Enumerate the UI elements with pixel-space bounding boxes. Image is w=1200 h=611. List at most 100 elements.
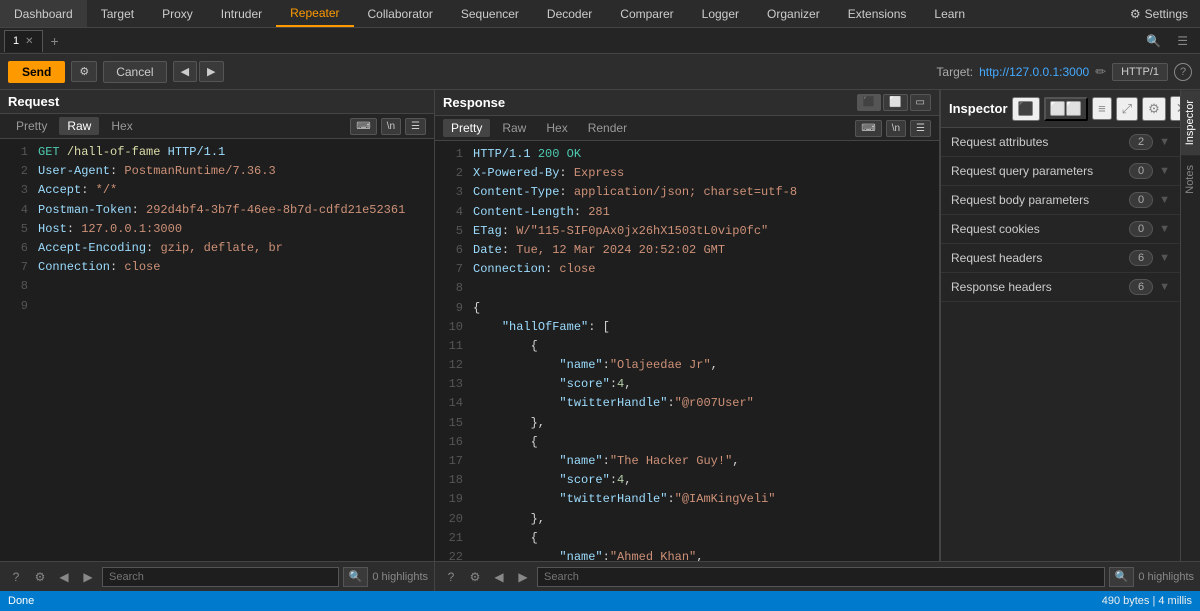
tab-close-icon[interactable]: ✕ (25, 36, 33, 47)
request-highlights-count: 0 highlights (372, 571, 428, 583)
response-code-area[interactable]: 1 HTTP/1.1 200 OK 2 X-Powered-By: Expres… (435, 141, 939, 561)
request-ln-btn[interactable]: \n (381, 118, 401, 135)
resp-line-7: 7 Connection: close (443, 260, 931, 279)
response-tab-render[interactable]: Render (580, 119, 635, 137)
settings-button[interactable]: ⚙ Settings (1118, 0, 1200, 27)
request-tab-pretty[interactable]: Pretty (8, 117, 55, 135)
inspector-settings-btn[interactable]: ⚙ (1142, 97, 1166, 121)
inspector-cookies-count: 0 (1129, 221, 1153, 237)
response-ln-btn[interactable]: \n (886, 120, 906, 137)
resp-line-11: 11 { (443, 337, 931, 356)
response-prev-icon[interactable]: ◀ (489, 567, 509, 587)
inspector-row-response-headers[interactable]: Response headers 6 ▼ (941, 273, 1180, 302)
nav-target[interactable]: Target (87, 0, 148, 27)
inspector-response-headers-count: 6 (1129, 279, 1153, 295)
request-panel-icons: ⌨ \n ☰ (350, 118, 426, 135)
nav-comparer[interactable]: Comparer (606, 0, 687, 27)
response-next-icon[interactable]: ▶ (513, 567, 533, 587)
nav-logger[interactable]: Logger (688, 0, 753, 27)
side-tab-notes[interactable]: Notes (1181, 155, 1200, 204)
inspector-view-2-btn[interactable]: ⬜⬜ (1044, 97, 1088, 121)
response-more-btn[interactable]: ☰ (910, 120, 931, 137)
response-view-code-btn[interactable]: ⬛ (857, 94, 881, 111)
tab-menu-button[interactable]: ☰ (1169, 34, 1196, 48)
request-search-button[interactable]: 🔍 (343, 567, 369, 587)
response-help-icon[interactable]: ? (441, 567, 461, 587)
inspector-row-body-params[interactable]: Request body parameters 0 ▼ (941, 186, 1180, 215)
request-settings-icon[interactable]: ⚙ (30, 567, 50, 587)
request-line-7: 7 Connection: close (8, 258, 426, 277)
inspector-body-params-chevron: ▼ (1159, 194, 1170, 206)
nav-decoder[interactable]: Decoder (533, 0, 606, 27)
inspector-view-1-btn[interactable]: ⬛ (1012, 97, 1040, 121)
resp-line-6: 6 Date: Tue, 12 Mar 2024 20:52:02 GMT (443, 241, 931, 260)
side-tabs: Inspector Notes (1180, 90, 1200, 561)
request-code-area[interactable]: 1 GET /hall-of-fame HTTP/1.1 2 User-Agen… (0, 139, 434, 561)
send-button[interactable]: Send (8, 61, 65, 83)
settings-gear-button[interactable]: ⚙ (71, 61, 97, 82)
inspector-row-cookies[interactable]: Request cookies 0 ▼ (941, 215, 1180, 244)
inspector-request-headers-label: Request headers (951, 251, 1129, 265)
inspector-body-params-label: Request body parameters (951, 193, 1129, 207)
nav-repeater[interactable]: Repeater (276, 0, 353, 27)
status-left: Done (8, 595, 34, 607)
response-view-split-btn[interactable]: ⬜ (883, 94, 907, 111)
response-view-preview-btn[interactable]: ▭ (910, 94, 931, 111)
nav-intruder[interactable]: Intruder (207, 0, 276, 27)
resp-line-18: 18 "score":4, (443, 471, 931, 490)
request-tab-raw[interactable]: Raw (59, 117, 99, 135)
nav-sequencer[interactable]: Sequencer (447, 0, 533, 27)
request-line-6: 6 Accept-Encoding: gzip, deflate, br (8, 239, 426, 258)
nav-extensions[interactable]: Extensions (834, 0, 921, 27)
response-tab-hex[interactable]: Hex (538, 119, 575, 137)
cancel-button[interactable]: Cancel (103, 61, 166, 83)
inspector-row-request-attributes[interactable]: Request attributes 2 ▼ (941, 128, 1180, 157)
response-tab-raw[interactable]: Raw (494, 119, 534, 137)
request-line-4: 4 Postman-Token: 292d4bf4-3b7f-46ee-8b7d… (8, 201, 426, 220)
inspector-close-button[interactable]: ✕ (1170, 96, 1180, 121)
help-icon[interactable]: ? (1174, 63, 1192, 81)
request-prev-icon[interactable]: ◀ (54, 567, 74, 587)
nav-collaborator[interactable]: Collaborator (354, 0, 447, 27)
request-panel-title: Request (8, 94, 426, 109)
request-tab-hex[interactable]: Hex (103, 117, 140, 135)
nav-dashboard[interactable]: Dashboard (0, 0, 87, 27)
response-search-button[interactable]: 🔍 (1109, 567, 1135, 587)
nav-organizer[interactable]: Organizer (753, 0, 834, 27)
nav-learn[interactable]: Learn (920, 0, 979, 27)
response-wordwrap-btn[interactable]: ⌨ (855, 120, 881, 137)
http-version-selector[interactable]: HTTP/1 (1112, 63, 1168, 81)
inspector-query-params-count: 0 (1129, 163, 1153, 179)
edit-target-icon[interactable]: ✏ (1095, 64, 1106, 80)
response-search-input[interactable] (537, 567, 1105, 587)
request-help-icon[interactable]: ? (6, 567, 26, 587)
tab-1[interactable]: 1 ✕ (4, 30, 43, 52)
response-settings-icon[interactable]: ⚙ (465, 567, 485, 587)
request-panel-header: Request (0, 90, 434, 114)
tab-add-button[interactable]: + (43, 30, 67, 52)
inspector-body-params-count: 0 (1129, 192, 1153, 208)
side-tab-inspector[interactable]: Inspector (1181, 90, 1200, 155)
request-more-btn[interactable]: ☰ (405, 118, 426, 135)
request-line-9: 9 (8, 297, 426, 316)
tab-search-button[interactable]: 🔍 (1138, 34, 1169, 48)
next-arrow-button[interactable]: ▶ (199, 61, 223, 82)
request-wordwrap-btn[interactable]: ⌨ (350, 118, 376, 135)
inspector-row-query-params[interactable]: Request query parameters 0 ▼ (941, 157, 1180, 186)
nav-proxy[interactable]: Proxy (148, 0, 207, 27)
prev-arrow-button[interactable]: ◀ (173, 61, 197, 82)
inspector-response-headers-chevron: ▼ (1159, 281, 1170, 293)
response-tab-pretty[interactable]: Pretty (443, 119, 490, 137)
request-next-icon[interactable]: ▶ (78, 567, 98, 587)
panels: Request Pretty Raw Hex ⌨ \n ☰ 1 GET /hal… (0, 90, 940, 561)
request-search-input[interactable] (102, 567, 339, 587)
inspector-filter-btn[interactable]: ⤢ (1116, 97, 1138, 121)
response-panel-header: Response ⬛ ⬜ ▭ (435, 90, 939, 116)
toolbar: Send ⚙ Cancel ◀ ▶ Target: http://127.0.0… (0, 54, 1200, 90)
target-prefix: Target: (936, 65, 973, 79)
inspector-row-request-headers[interactable]: Request headers 6 ▼ (941, 244, 1180, 273)
inspector-sort-btn[interactable]: ≡ (1092, 97, 1112, 120)
response-highlights-count: 0 highlights (1138, 571, 1194, 583)
target-url: http://127.0.0.1:3000 (979, 65, 1089, 79)
request-line-1: 1 GET /hall-of-fame HTTP/1.1 (8, 143, 426, 162)
